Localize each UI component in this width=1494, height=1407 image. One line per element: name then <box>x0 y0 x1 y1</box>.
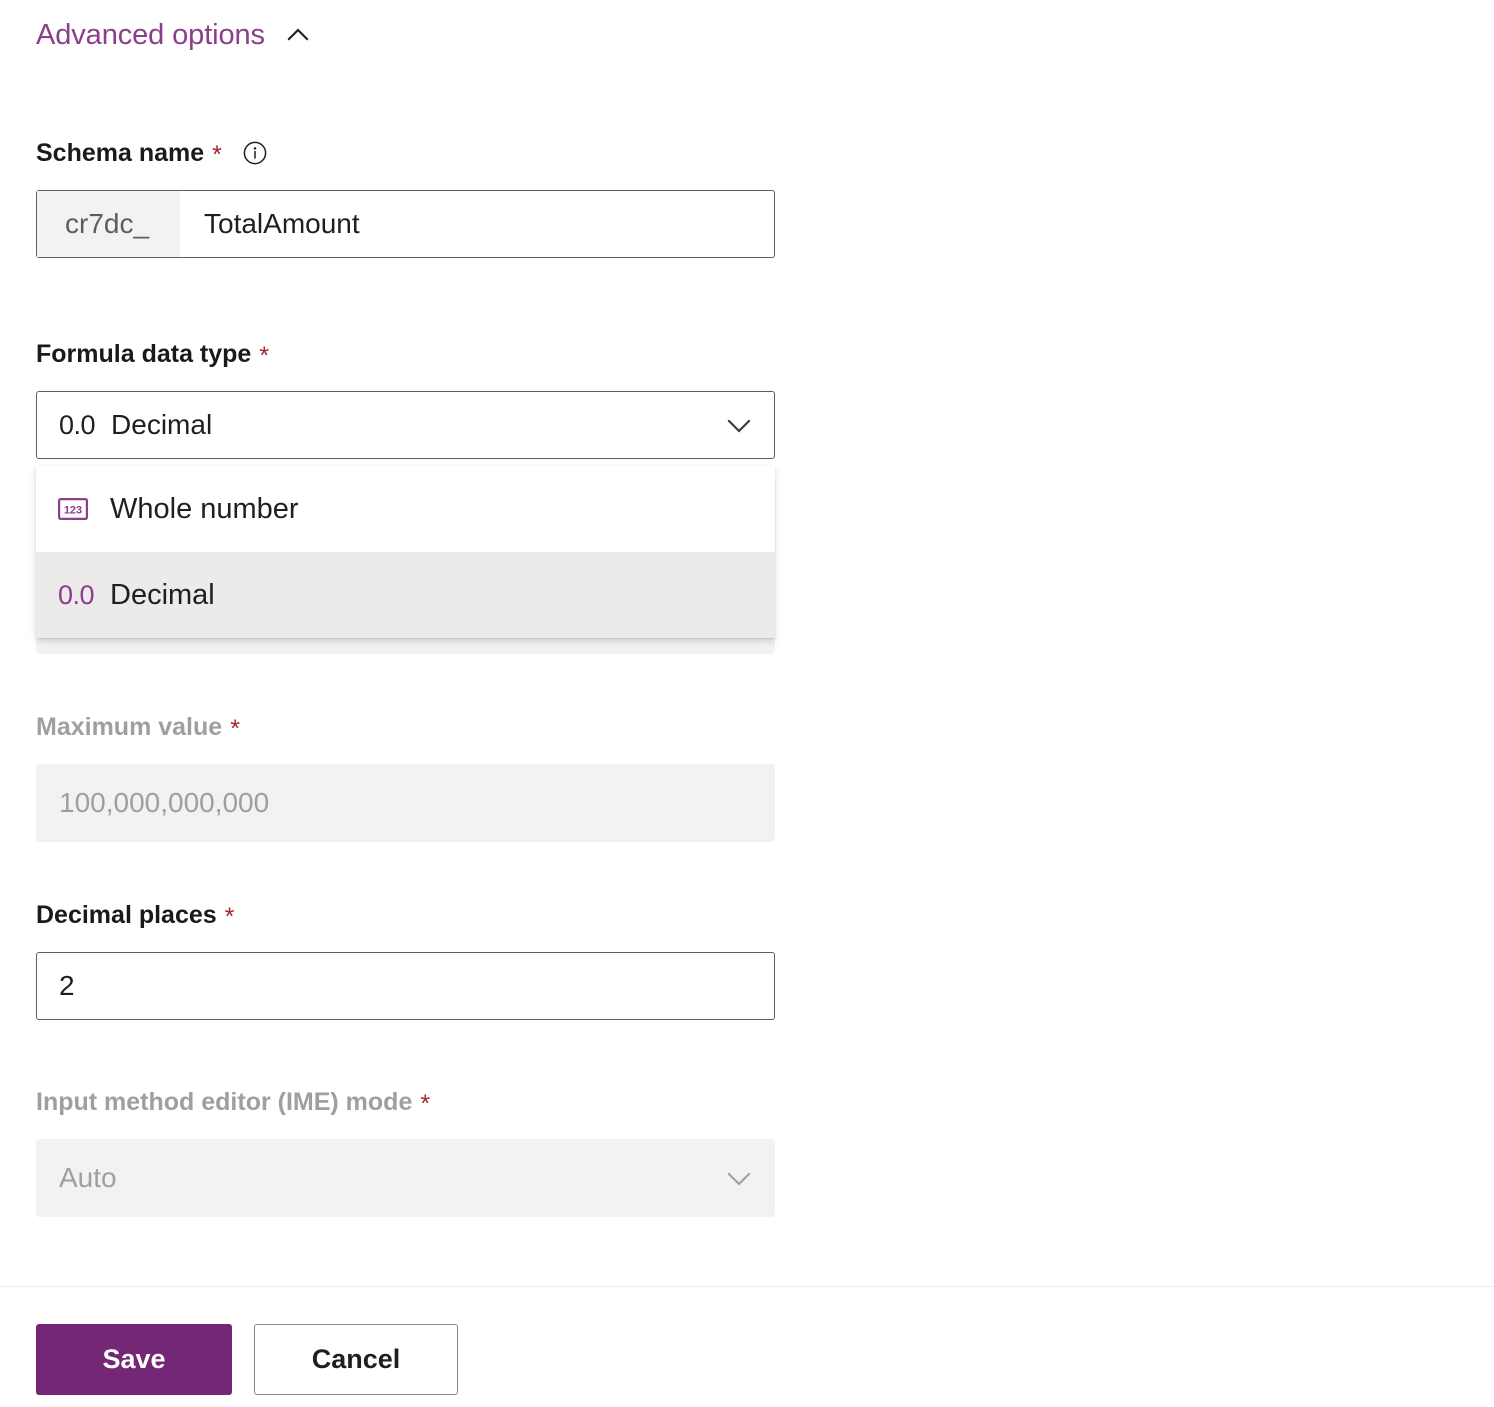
maximum-value-required-marker: * <box>230 717 240 742</box>
chevron-down-icon <box>722 1161 756 1195</box>
ime-mode-value: Auto <box>59 1162 722 1194</box>
formula-data-type-selected-value: Decimal <box>111 409 722 441</box>
footer-divider <box>0 1286 1494 1287</box>
advanced-options-toggle[interactable]: Advanced options <box>36 20 313 50</box>
schema-name-value[interactable]: TotalAmount <box>180 208 774 240</box>
advanced-options-label: Advanced options <box>36 21 265 50</box>
formula-data-type-label-text: Formula data type <box>36 342 251 367</box>
whole-number-icon: 123 <box>58 496 98 522</box>
ime-mode-field-group: Input method editor (IME) mode * Auto <box>36 1090 775 1217</box>
maximum-value-field-group: Maximum value * 100,000,000,000 <box>36 715 775 842</box>
save-button[interactable]: Save <box>36 1324 232 1395</box>
decimal-places-label: Decimal places * <box>36 903 775 928</box>
decimal-places-field-group: Decimal places * 2 <box>36 903 775 1020</box>
decimal-places-value[interactable]: 2 <box>37 970 774 1002</box>
decimal-places-label-text: Decimal places <box>36 903 217 928</box>
schema-name-input[interactable]: cr7dc_ TotalAmount <box>36 190 775 258</box>
chevron-up-icon[interactable] <box>283 20 313 50</box>
dropdown-option-whole-number[interactable]: 123 Whole number <box>36 466 775 552</box>
ime-mode-combobox: Auto <box>36 1139 775 1217</box>
chevron-down-icon[interactable] <box>722 408 756 442</box>
schema-name-label-text: Schema name <box>36 141 204 166</box>
dropdown-option-decimal[interactable]: 0.0 Decimal <box>36 552 775 638</box>
advanced-options-panel: Advanced options Schema name * cr7dc_ To… <box>0 0 1494 1407</box>
decimal-icon-glyph: 0.0 <box>58 580 94 611</box>
schema-name-prefix: cr7dc_ <box>37 191 180 257</box>
formula-data-type-dropdown-list[interactable]: 123 Whole number 0.0 Decimal <box>36 466 775 638</box>
maximum-value-label-text: Maximum value <box>36 715 222 740</box>
maximum-value-value: 100,000,000,000 <box>37 787 774 819</box>
schema-name-label: Schema name * <box>36 140 775 166</box>
ime-mode-required-marker: * <box>420 1092 430 1117</box>
schema-name-field-group: Schema name * cr7dc_ TotalAmount <box>36 140 775 258</box>
decimal-icon: 0.0 <box>58 580 98 611</box>
formula-data-type-required-marker: * <box>259 344 269 369</box>
svg-text:123: 123 <box>64 504 82 516</box>
decimal-icon: 0.0 <box>59 410 95 441</box>
ime-mode-label-text: Input method editor (IME) mode <box>36 1090 412 1115</box>
formula-data-type-combobox[interactable]: 0.0 Decimal <box>36 391 775 459</box>
ime-mode-label: Input method editor (IME) mode * <box>36 1090 775 1115</box>
cancel-button[interactable]: Cancel <box>254 1324 458 1395</box>
decimal-places-input[interactable]: 2 <box>36 952 775 1020</box>
dropdown-option-whole-number-label: Whole number <box>110 493 299 526</box>
formula-data-type-field-group: Formula data type * 0.0 Decimal <box>36 342 775 459</box>
schema-name-required-marker: * <box>212 143 222 168</box>
footer-actions: Save Cancel <box>36 1324 458 1395</box>
dropdown-option-decimal-label: Decimal <box>110 579 215 612</box>
formula-data-type-label: Formula data type * <box>36 342 775 367</box>
info-icon[interactable] <box>242 140 268 166</box>
maximum-value-label: Maximum value * <box>36 715 775 740</box>
decimal-places-required-marker: * <box>225 905 235 930</box>
maximum-value-input: 100,000,000,000 <box>36 764 775 842</box>
